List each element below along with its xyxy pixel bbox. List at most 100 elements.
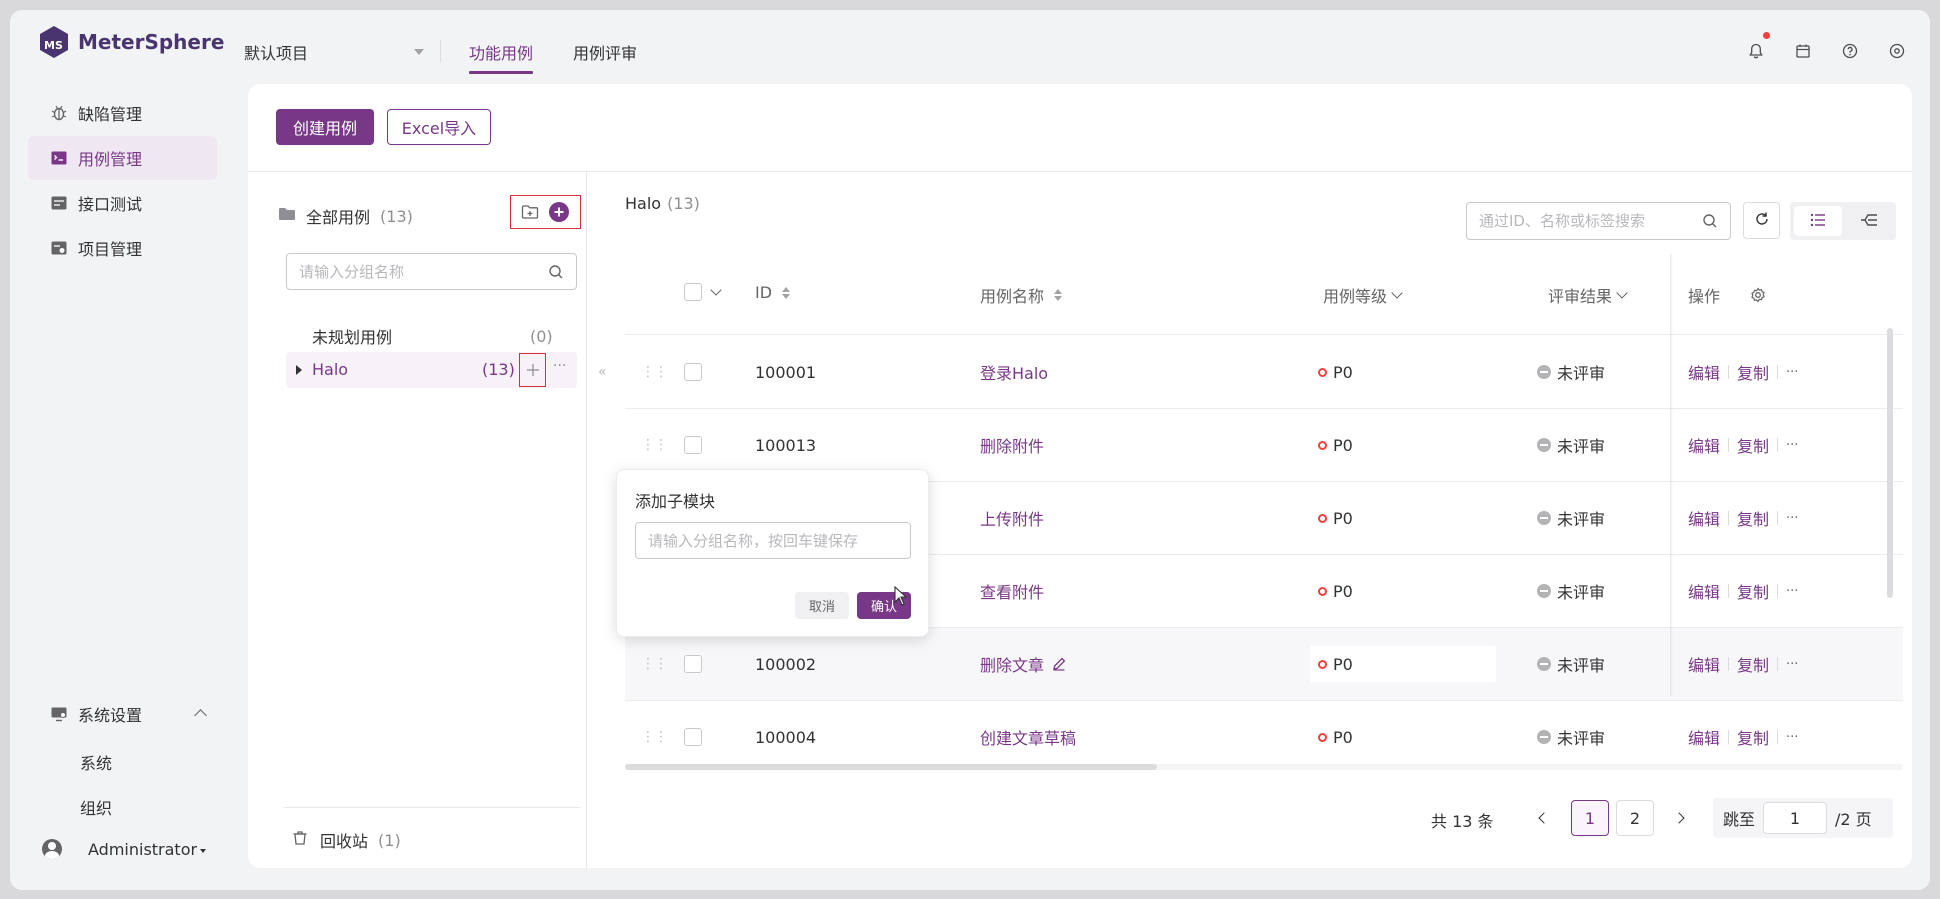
checkbox[interactable] <box>684 363 702 381</box>
case-level[interactable]: P0 <box>1310 646 1496 682</box>
refresh-button[interactable] <box>1743 202 1780 239</box>
table-row[interactable]: ⋮⋮ 100002 删除文章 P0 未评审 编辑 复制 ··· <box>625 628 1903 701</box>
help-icon[interactable] <box>1841 42 1859 60</box>
sidebar-item-cases[interactable]: 用例管理 <box>28 136 217 180</box>
case-search-field[interactable] <box>1466 202 1731 240</box>
search-icon[interactable] <box>1702 213 1718 233</box>
row-checkbox[interactable] <box>684 701 702 773</box>
create-case-button[interactable]: 创建用例 <box>276 109 374 145</box>
chevron-up-icon[interactable] <box>194 709 207 722</box>
column-header-name[interactable]: 用例名称 <box>980 283 1063 307</box>
case-name-cell[interactable]: 查看附件 <box>980 555 1044 627</box>
vertical-scrollbar[interactable] <box>1887 328 1893 598</box>
checkbox[interactable] <box>684 436 702 454</box>
logo[interactable]: MS MeterSphere <box>36 24 224 60</box>
next-page-button[interactable] <box>1661 800 1699 836</box>
sort-icon[interactable] <box>782 286 791 299</box>
copy-button[interactable]: 复制 <box>1737 652 1769 676</box>
case-name-link[interactable]: 创建文章草稿 <box>980 725 1076 749</box>
more-actions-icon[interactable]: ··· <box>1786 730 1798 745</box>
more-actions-icon[interactable]: ··· <box>1786 438 1798 453</box>
more-actions-icon[interactable]: ··· <box>1786 657 1798 672</box>
sidebar-item-project[interactable]: 项目管理 <box>28 226 217 270</box>
edit-button[interactable]: 编辑 <box>1688 725 1720 749</box>
copy-button[interactable]: 复制 <box>1737 579 1769 603</box>
case-name-cell[interactable]: 登录Halo <box>980 336 1048 408</box>
edit-button[interactable]: 编辑 <box>1688 506 1720 530</box>
column-header-id[interactable]: ID <box>755 283 791 302</box>
project-selector[interactable]: 默认项目 <box>244 40 424 64</box>
checkbox[interactable] <box>684 728 702 746</box>
edit-button[interactable]: 编辑 <box>1688 360 1720 384</box>
search-icon[interactable] <box>548 264 564 284</box>
filter-chevron-icon[interactable] <box>1391 287 1403 299</box>
chevron-down-icon[interactable] <box>710 284 722 296</box>
caret-right-icon[interactable] <box>296 365 302 375</box>
calendar-icon[interactable] <box>1794 42 1812 60</box>
list-view-button[interactable] <box>1794 206 1842 236</box>
sidebar-item-api[interactable]: 接口测试 <box>28 181 217 225</box>
case-name-cell[interactable]: 删除附件 <box>980 409 1044 481</box>
filter-chevron-icon[interactable] <box>1616 287 1628 299</box>
jump-input[interactable]: 1 <box>1763 802 1828 834</box>
prev-page-button[interactable] <box>1523 800 1561 836</box>
recycle-bin[interactable]: 回收站 (1) <box>292 828 401 852</box>
horizontal-scrollbar[interactable] <box>625 764 1903 770</box>
case-name-link[interactable]: 删除文章 <box>980 652 1044 676</box>
case-name-link[interactable]: 登录Halo <box>980 360 1048 384</box>
edit-button[interactable]: 编辑 <box>1688 433 1720 457</box>
module-search-field[interactable] <box>286 253 577 290</box>
row-checkbox[interactable] <box>684 336 702 408</box>
row-checkbox[interactable] <box>684 628 702 700</box>
sidebar-item-system-settings[interactable]: 系统设置 <box>28 692 217 736</box>
add-folder-icon[interactable] <box>521 203 539 225</box>
more-actions-icon[interactable]: ··· <box>1786 365 1798 380</box>
case-name-cell[interactable]: 删除文章 <box>980 628 1066 700</box>
tab-functional-case[interactable]: 功能用例 <box>469 40 534 74</box>
drag-handle-icon[interactable]: ⋮⋮ <box>641 701 668 773</box>
case-name-link[interactable]: 上传附件 <box>980 506 1044 530</box>
more-actions-icon[interactable]: ··· <box>1786 511 1798 526</box>
select-all-checkbox[interactable] <box>684 283 702 301</box>
column-header-level[interactable]: 用例等级 <box>1323 283 1403 307</box>
case-name-link[interactable]: 删除附件 <box>980 433 1044 457</box>
copy-button[interactable]: 复制 <box>1737 360 1769 384</box>
gear-icon[interactable] <box>1750 287 1766 303</box>
settings-circle-icon[interactable] <box>1888 42 1906 60</box>
user-menu[interactable]: Administrator <box>42 839 207 859</box>
scrollbar-thumb[interactable] <box>625 764 1157 770</box>
case-search-input[interactable] <box>1479 212 1730 230</box>
bell-icon[interactable] <box>1747 42 1765 60</box>
drag-handle-icon[interactable]: ⋮⋮ <box>641 336 668 408</box>
table-row[interactable]: ⋮⋮ 100001 登录Halo P0 未评审 编辑 复制 ··· <box>625 336 1903 409</box>
page-button-1[interactable]: 1 <box>1571 800 1609 836</box>
add-submodule-icon[interactable] <box>525 362 541 382</box>
tab-case-review[interactable]: 用例评审 <box>573 40 637 64</box>
checkbox[interactable] <box>684 655 702 673</box>
copy-button[interactable]: 复制 <box>1737 506 1769 530</box>
case-name-cell[interactable]: 创建文章草稿 <box>980 701 1076 773</box>
edit-button[interactable]: 编辑 <box>1688 579 1720 603</box>
cancel-button[interactable]: 取消 <box>795 592 849 619</box>
mind-map-view-button[interactable] <box>1846 206 1892 236</box>
add-circle-icon[interactable] <box>549 202 569 222</box>
column-header-review[interactable]: 评审结果 <box>1548 283 1628 307</box>
sidebar-item-bugs[interactable]: 缺陷管理 <box>28 91 217 135</box>
submodule-name-field[interactable] <box>635 522 911 559</box>
case-name-link[interactable]: 查看附件 <box>980 579 1044 603</box>
copy-button[interactable]: 复制 <box>1737 725 1769 749</box>
case-name-cell[interactable]: 上传附件 <box>980 482 1044 554</box>
drag-handle-icon[interactable]: ⋮⋮ <box>641 628 668 700</box>
more-actions-icon[interactable]: ··· <box>1786 584 1798 599</box>
page-button-2[interactable]: 2 <box>1616 800 1654 836</box>
tree-item-unplanned[interactable]: 未规划用例 (0) <box>312 324 553 348</box>
more-icon[interactable]: ··· <box>553 358 566 374</box>
excel-import-button[interactable]: Excel导入 <box>387 109 491 145</box>
sidebar-subitem-system[interactable]: 系统 <box>80 750 112 774</box>
copy-button[interactable]: 复制 <box>1737 433 1769 457</box>
edit-button[interactable]: 编辑 <box>1688 652 1720 676</box>
sidebar-subitem-organization[interactable]: 组织 <box>80 795 112 819</box>
sort-icon[interactable] <box>1054 289 1063 301</box>
select-all[interactable] <box>684 283 722 301</box>
module-search-input[interactable] <box>299 262 576 281</box>
